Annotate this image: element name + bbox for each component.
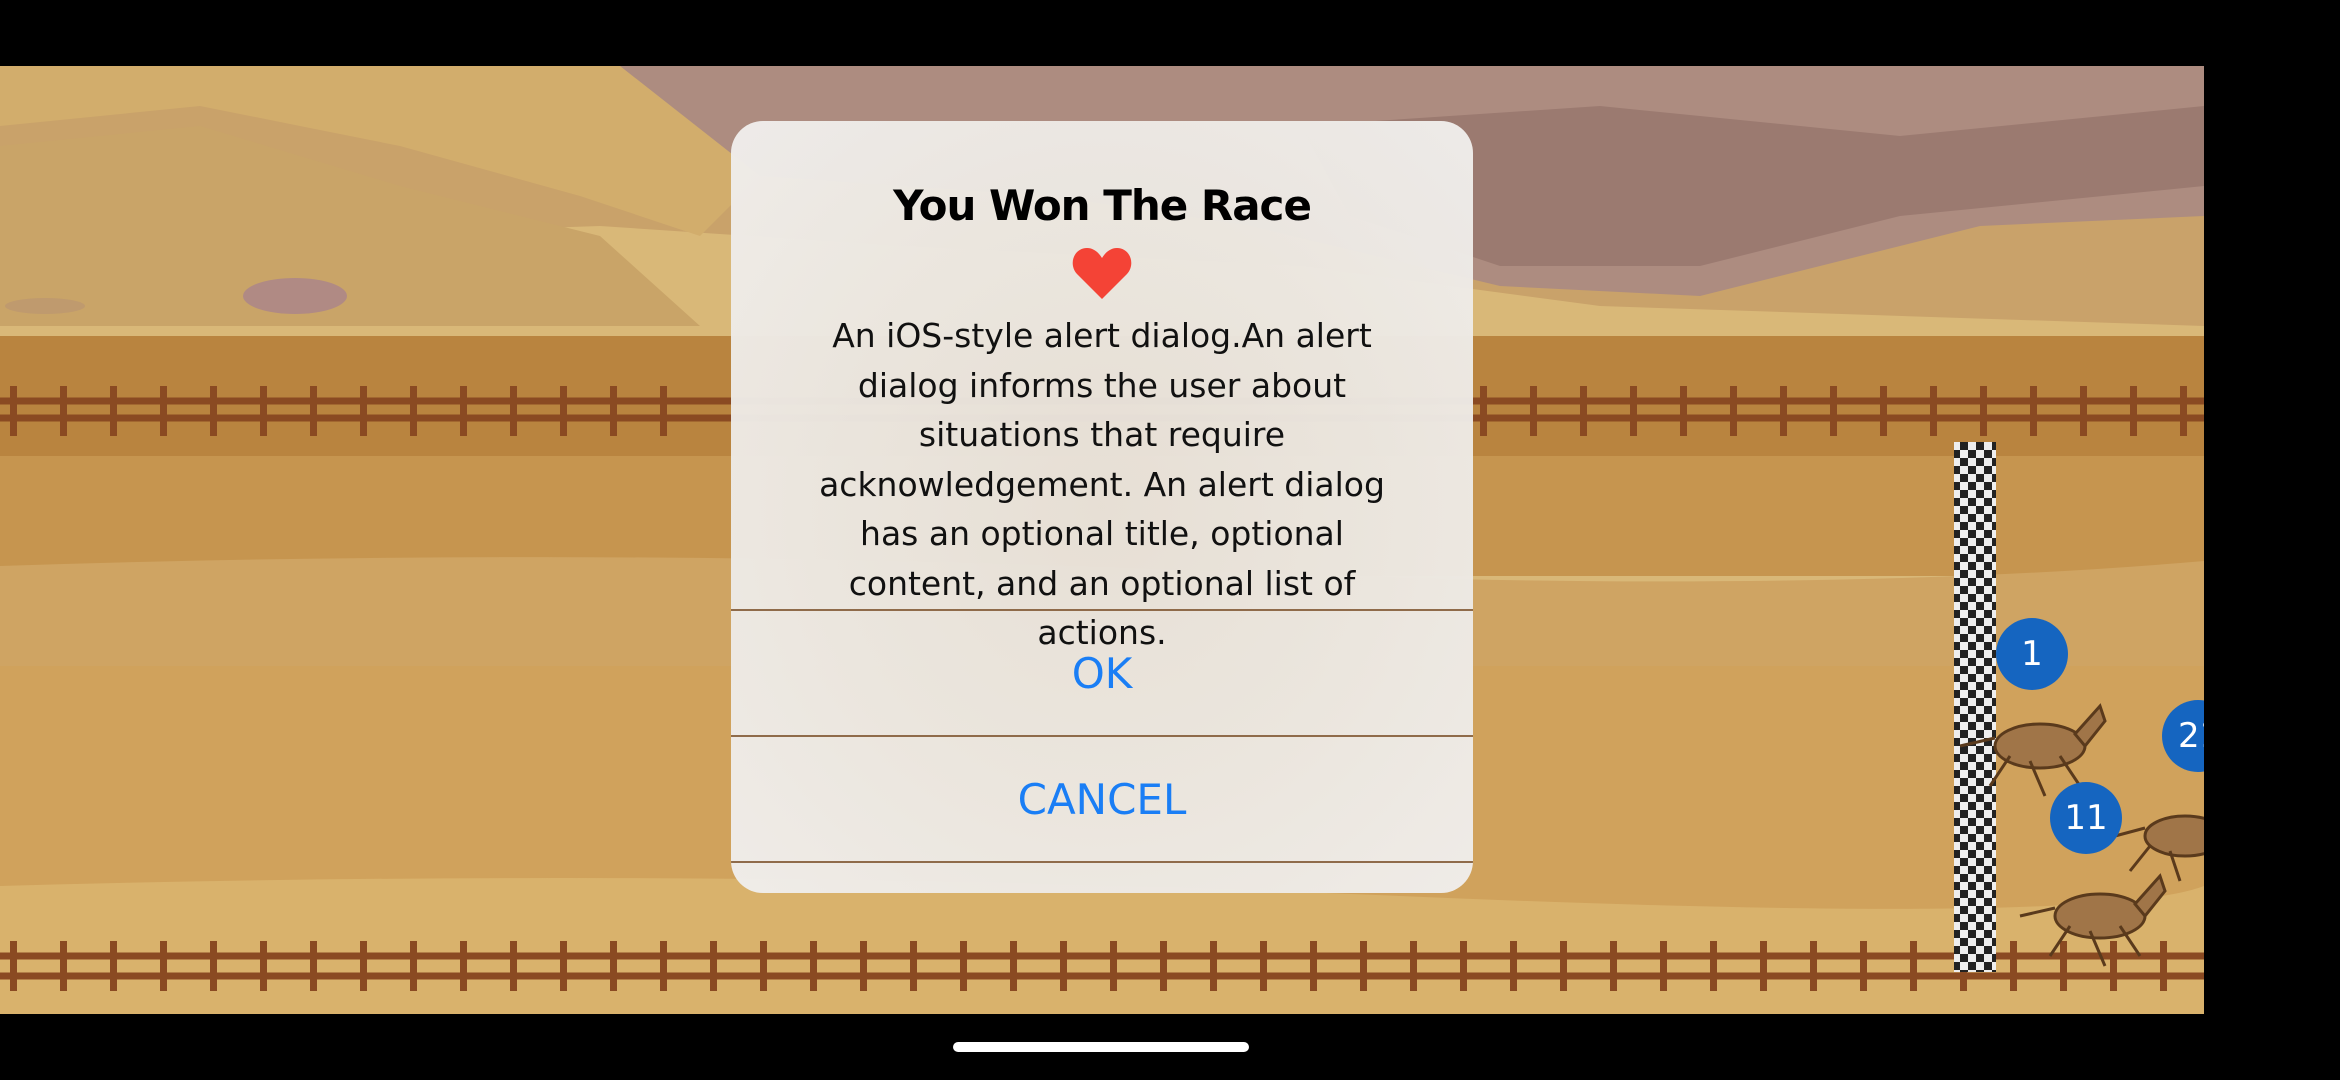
alert-dialog: You Won The Race An iOS-style alert dial… — [731, 121, 1473, 893]
action-divider — [731, 861, 1473, 863]
dialog-message: An iOS-style alert dialog.An alert dialo… — [819, 316, 1385, 652]
dialog-title: You Won The Race — [893, 181, 1312, 230]
dialog-backdrop: You Won The Race An iOS-style alert dial… — [0, 0, 2340, 1080]
heart-icon — [1072, 245, 1132, 301]
home-indicator[interactable] — [953, 1042, 1249, 1052]
ok-button[interactable]: OK — [731, 611, 1473, 735]
cancel-button[interactable]: CANCEL — [731, 737, 1473, 861]
